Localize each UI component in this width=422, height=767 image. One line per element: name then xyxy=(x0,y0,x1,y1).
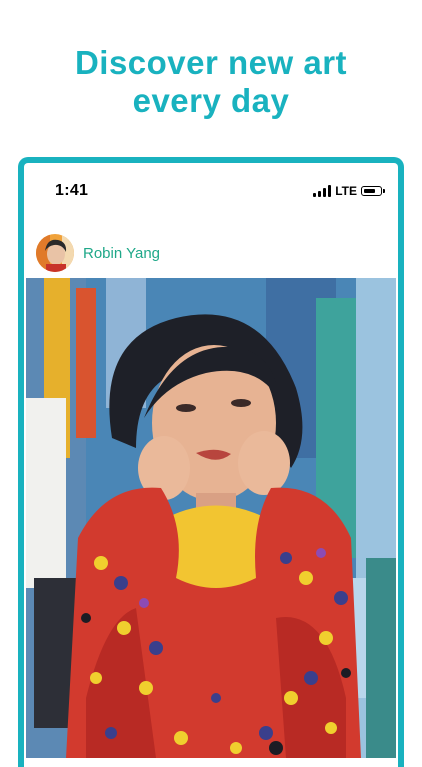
status-bar: 1:41 LTE xyxy=(24,163,398,213)
headline-line-2: every day xyxy=(132,82,290,119)
battery-icon xyxy=(361,186,385,196)
post-author[interactable]: Robin Yang xyxy=(36,233,160,273)
avatar[interactable] xyxy=(36,234,74,272)
promo-headline: Discover new art every day xyxy=(0,44,422,120)
status-indicators: LTE xyxy=(313,184,385,198)
signal-icon xyxy=(313,185,332,197)
author-name[interactable]: Robin Yang xyxy=(83,245,160,262)
phone-frame: 1:41 LTE Robin Yang xyxy=(18,157,404,767)
headline-line-1: Discover new art xyxy=(74,44,348,81)
status-time: 1:41 xyxy=(55,182,89,199)
artwork-image[interactable] xyxy=(26,278,396,758)
network-type: LTE xyxy=(335,184,357,198)
